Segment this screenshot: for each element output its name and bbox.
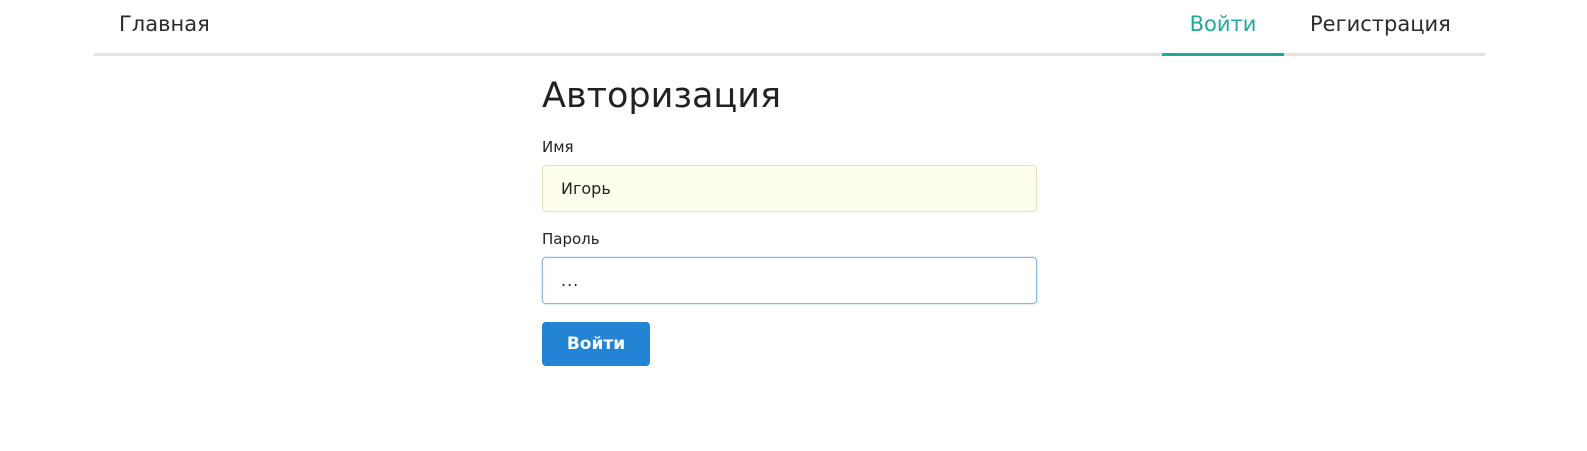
name-input[interactable] — [542, 165, 1037, 212]
nav-register-link[interactable]: Регистрация — [1310, 0, 1451, 53]
login-form: Авторизация Имя Пароль Войти — [542, 70, 1037, 366]
top-navbar: Главная Войти Регистрация — [94, 0, 1485, 56]
password-label: Пароль — [542, 230, 600, 248]
name-label: Имя — [542, 138, 574, 156]
nav-home-link[interactable]: Главная — [119, 0, 210, 53]
page-title: Авторизация — [542, 76, 782, 116]
login-submit-button[interactable]: Войти — [542, 322, 650, 366]
nav-login-link[interactable]: Войти — [1162, 0, 1284, 56]
password-input[interactable] — [542, 257, 1037, 304]
